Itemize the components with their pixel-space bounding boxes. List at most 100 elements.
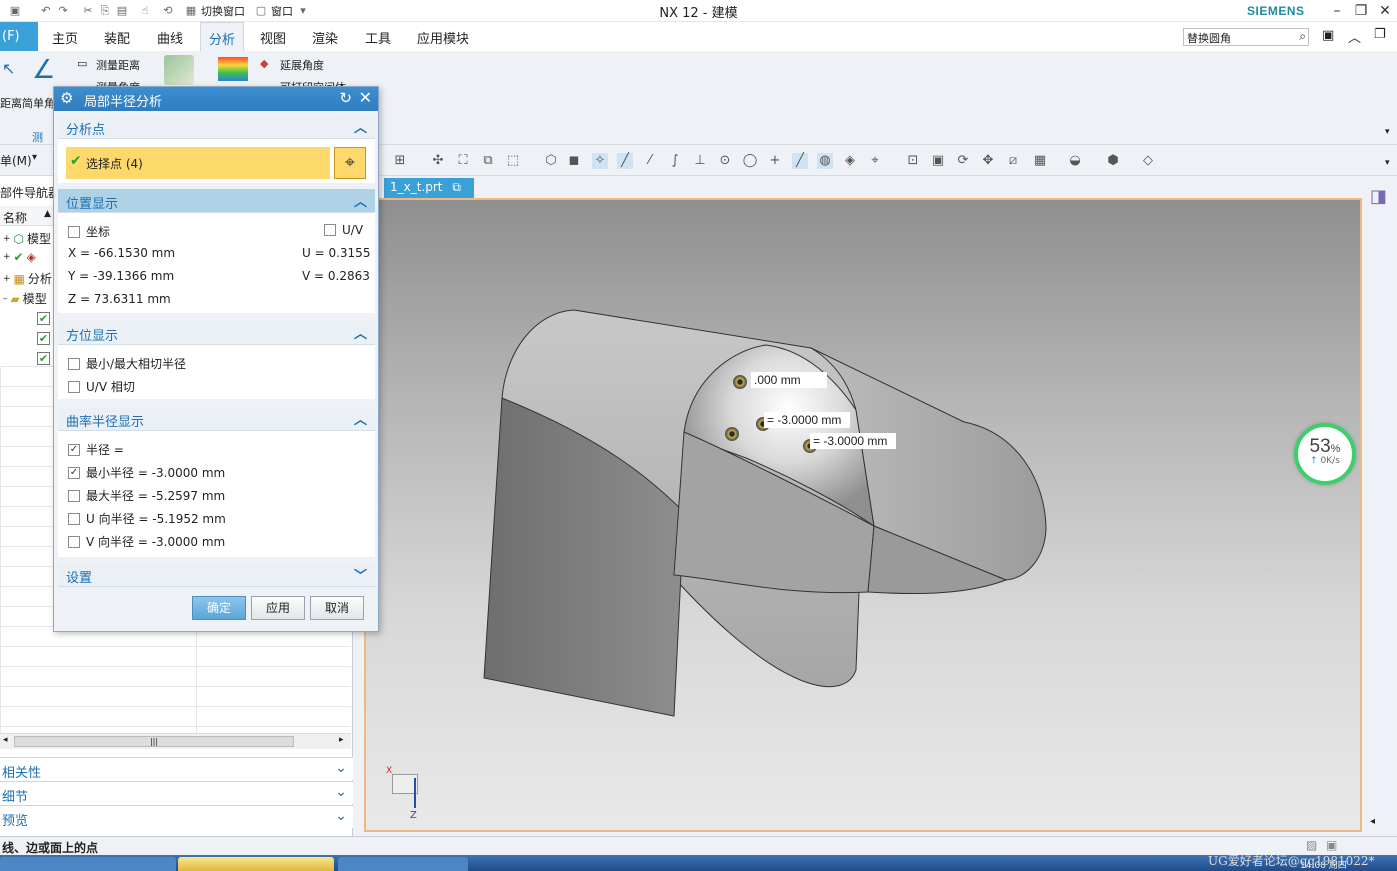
ok-button[interactable]: 确定 — [192, 596, 246, 620]
ribbon-options-icon[interactable]: ▣ — [1322, 28, 1334, 43]
graphics-viewport[interactable]: .000 mm = -3.0000 mm = -3.0000 mm X Z — [364, 198, 1362, 832]
simple-angle-icon[interactable]: ∠ — [32, 55, 55, 85]
tab-document[interactable]: 1_x_t.prt ⧉ ✕ — [384, 178, 474, 209]
selection-icon[interactable]: ▨ — [1306, 838, 1317, 852]
line-snap-icon[interactable]: ╱ — [617, 153, 633, 169]
coordinate-checkbox[interactable] — [68, 225, 80, 238]
uv-checkbox[interactable] — [324, 224, 336, 236]
expand-icon[interactable]: + — [3, 234, 11, 244]
minmax-tangent-checkbox[interactable] — [68, 357, 80, 370]
minmax-tangent-option[interactable]: 最小/最大相切半径 — [68, 355, 186, 372]
chevron-down-icon[interactable]: ⌄ — [335, 784, 347, 800]
taskbar-button-active[interactable] — [178, 857, 334, 871]
extend-angle-button[interactable]: 延展角度 — [280, 57, 324, 73]
reset-icon[interactable]: ↻ — [339, 89, 352, 107]
sort-icon[interactable]: ▲ — [44, 209, 51, 219]
collapse-ribbon-icon[interactable]: ︿ — [1348, 27, 1361, 46]
face-curvature-icon[interactable] — [218, 57, 248, 81]
feature-checkbox[interactable]: ✔ — [37, 312, 50, 325]
window-icon[interactable]: ▢ — [254, 4, 268, 18]
select-feature-icon[interactable]: ⛶ — [455, 153, 471, 169]
v-radius-option[interactable]: V 向半径 = -3.0000 mm — [68, 533, 225, 550]
quadrant-icon[interactable]: ◯ — [742, 153, 758, 169]
tree-item-camera[interactable]: + ✔ ◈ — [3, 250, 36, 264]
body-select-icon[interactable]: ⬡ — [543, 153, 559, 169]
taskbar-button[interactable] — [338, 857, 468, 871]
column-name-header[interactable]: 名称 — [3, 209, 27, 226]
measure-distance-button[interactable]: 测量距离 — [96, 57, 140, 73]
model-3d[interactable] — [366, 200, 1360, 830]
panel-dependencies[interactable]: 相关性 ⌄ — [0, 757, 353, 781]
network-speed-widget[interactable]: 53% ↑ 0K/s — [1294, 423, 1356, 485]
undo-icon[interactable]: ↶ — [39, 4, 53, 18]
file-menu[interactable]: (F) — [0, 22, 38, 51]
paste-icon[interactable]: ▤ — [115, 4, 129, 18]
expand-icon[interactable]: + — [3, 274, 11, 284]
panel-details[interactable]: 细节 ⌄ — [0, 781, 353, 805]
zoom-icon[interactable]: ▣ — [930, 153, 946, 169]
scroll-right-icon[interactable]: ▸ — [339, 735, 344, 745]
u-radius-checkbox[interactable] — [68, 512, 80, 525]
switch-window-icon[interactable]: ▦ — [184, 4, 198, 18]
chevron-up-icon[interactable]: ︿ — [354, 191, 367, 210]
snap-point-icon[interactable]: ⊞ — [392, 153, 408, 169]
tab-analysis[interactable]: 分析 — [200, 22, 245, 51]
curve-point-icon[interactable]: ∫ — [667, 153, 683, 169]
ribbon-overflow-icon[interactable]: ▾ — [1385, 127, 1390, 137]
snap-enable-icon[interactable]: ✧ — [592, 153, 608, 169]
arc-center-icon[interactable]: ⊙ — [717, 153, 733, 169]
point-dialog-button[interactable]: ⌖ — [334, 147, 366, 179]
radius-checkbox[interactable]: ✓ — [68, 443, 80, 456]
close-button[interactable]: ✕ — [1374, 1, 1396, 21]
min-radius-option[interactable]: ✓ 最小半径 = -3.0000 mm — [68, 464, 225, 481]
max-radius-option[interactable]: 最大半径 = -5.2597 mm — [68, 487, 225, 504]
section-header[interactable]: 设置 ﹀ — [58, 563, 375, 587]
cancel-button[interactable]: 取消 — [310, 596, 364, 620]
scrollbar-thumb[interactable]: ||| — [14, 736, 294, 747]
tangent-icon[interactable]: ⊥ — [692, 153, 708, 169]
measure-distance-large-icon[interactable]: ↖ — [2, 59, 15, 78]
tree-item-model-views[interactable]: + ⬡ 模型 — [3, 230, 51, 247]
tab-application[interactable]: 应用模块 — [417, 28, 469, 47]
scroll-left-icon[interactable]: ◂ — [3, 735, 8, 745]
tree-item-analysis[interactable]: + ▦ 分析 — [3, 270, 52, 287]
coordinate-option[interactable]: 坐标 — [68, 223, 110, 240]
min-radius-checkbox[interactable]: ✓ — [68, 466, 80, 479]
minimize-button[interactable]: – — [1326, 1, 1348, 21]
gear-icon[interactable]: ⚙ — [60, 89, 73, 107]
cut-icon[interactable]: ✂ — [81, 4, 95, 18]
pan-icon[interactable]: ✥ — [980, 153, 996, 169]
max-radius-checkbox[interactable] — [68, 489, 80, 502]
copy-icon[interactable]: ⎘ — [98, 4, 112, 18]
scroll-left-icon[interactable]: ◂ — [1370, 816, 1375, 827]
endpoint-icon[interactable]: ⁄ — [642, 153, 658, 169]
uv-tangent-option[interactable]: U/V 相切 — [68, 378, 135, 395]
command-search-input[interactable]: 替换圆角 ⌕ — [1183, 28, 1309, 46]
tab-curve[interactable]: 曲线 — [157, 28, 183, 47]
fit-view-icon[interactable]: ⊡ — [905, 153, 921, 169]
point-on-face-icon[interactable]: ◍ — [817, 153, 833, 169]
u-radius-option[interactable]: U 向半径 = -5.1952 mm — [68, 510, 226, 527]
select-point-field[interactable]: ✔ 选择点 (4) — [66, 147, 330, 179]
restore-button[interactable]: ❐ — [1350, 1, 1372, 21]
section-header[interactable]: 方位显示 ︿ — [58, 321, 375, 345]
chevron-down-icon[interactable]: ▾ — [296, 4, 310, 18]
uv-tangent-checkbox[interactable] — [68, 380, 80, 393]
v-radius-checkbox[interactable] — [68, 535, 80, 548]
rotate-icon[interactable]: ⟳ — [955, 153, 971, 169]
apply-button[interactable]: 应用 — [251, 596, 305, 620]
intersection-icon[interactable]: ⌖ — [867, 153, 883, 169]
chevron-down-icon[interactable]: ⌄ — [335, 760, 347, 776]
close-icon[interactable]: ✕ — [359, 88, 372, 107]
analysis-point-marker[interactable] — [725, 427, 739, 441]
chevron-down-icon[interactable]: ﹀ — [354, 565, 367, 584]
taskbar-button[interactable] — [0, 857, 176, 871]
tab-assembly[interactable]: 装配 — [104, 28, 130, 47]
role-icon[interactable]: ◨ — [1370, 186, 1387, 207]
panel-preview[interactable]: 预览 ⌄ — [0, 805, 353, 829]
chevron-down-icon[interactable]: ▾ — [32, 152, 37, 163]
surface-analysis-icon[interactable] — [164, 55, 194, 85]
render-style-icon[interactable]: ◒ — [1067, 153, 1083, 169]
chevron-up-icon[interactable]: ︿ — [354, 409, 367, 428]
point-on-curve-icon[interactable]: ╱ — [792, 153, 808, 169]
